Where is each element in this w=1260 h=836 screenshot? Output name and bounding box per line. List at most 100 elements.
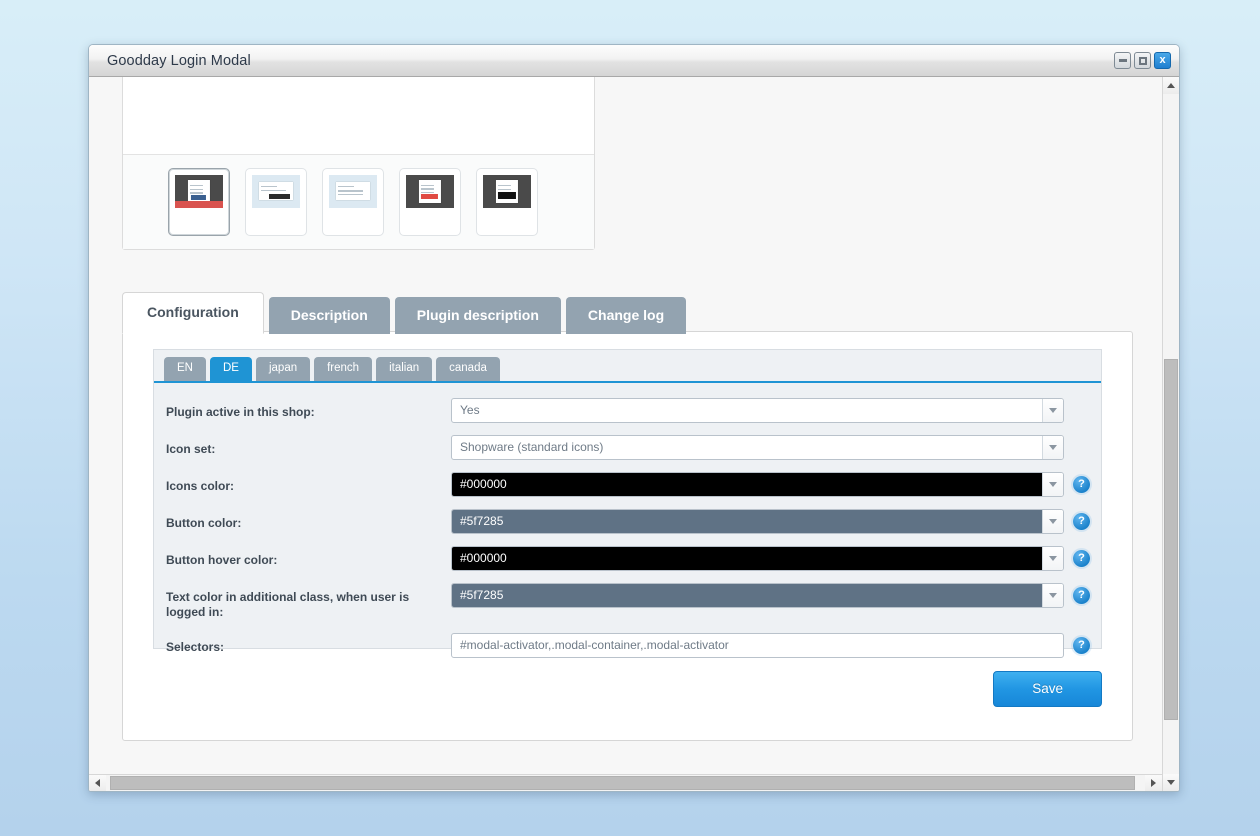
label-icon-set: Icon set: [166,441,216,456]
select-plugin-active-value: Yes [460,403,480,417]
help-spacer [1073,402,1090,419]
thumbnail-strip [123,154,594,249]
close-button[interactable]: x [1154,52,1171,69]
language-tab-french[interactable]: french [314,357,373,381]
window-titlebar: Goodday Login Modal x [89,45,1179,77]
select-button-color[interactable]: #5f7285 [451,508,1064,534]
field-row-button-hover-color: Button hover color: #000000 ? [154,545,1101,571]
select-icon-set[interactable]: Shopware (standard icons) [451,434,1064,460]
thumbnail-3[interactable] [322,168,384,236]
thumbnail-1-image [175,175,223,208]
vertical-scroll-thumb[interactable] [1164,359,1178,720]
help-icon[interactable]: ? [1073,475,1090,493]
thumbnail-3-image [329,175,377,208]
help-icon[interactable]: ? [1073,512,1090,530]
scroll-up-button[interactable] [1163,77,1179,94]
scroll-down-button[interactable] [1163,774,1179,791]
minimize-icon [1118,59,1127,62]
tab-change-log-label: Change log [587,307,665,323]
thumbnail-5[interactable] [476,168,538,236]
chevron-down-icon[interactable] [1042,472,1063,496]
viewport-wrapper: Modal window with user login, registrati… [89,77,1162,791]
minimize-button[interactable] [1114,52,1131,69]
window-controls: x [1114,52,1175,69]
language-tab-de-label: DE [222,362,239,374]
thumbnail-5-image [483,175,531,208]
select-icons-color[interactable]: #000000 [451,471,1064,497]
select-plugin-active[interactable]: Yes [451,397,1064,423]
chevron-down-icon[interactable] [1042,398,1063,422]
language-tab-japan[interactable]: japan [255,357,311,381]
horizontal-scrollbar[interactable] [89,774,1162,791]
tab-configuration-label: Configuration [147,304,239,320]
page-content: Modal window with user login, registrati… [89,77,1162,774]
configuration-inner-box: EN DE japan french italian canada Plugin… [153,349,1102,658]
help-icon[interactable]: ? [1073,549,1090,567]
help-icon[interactable]: ? [1073,586,1090,604]
help-spacer [1073,439,1090,456]
tab-configuration[interactable]: Configuration [122,292,264,334]
language-tab-canada[interactable]: canada [436,357,500,381]
scroll-left-button[interactable] [89,775,106,791]
select-button-hover-color[interactable]: #000000 [451,545,1064,571]
maximize-icon [1138,56,1147,65]
chevron-down-icon[interactable] [1042,583,1063,607]
chevron-down-icon[interactable] [1042,546,1063,570]
thumbnail-2[interactable] [245,168,307,236]
selectors-input[interactable]: #modal-activator,.modal-container,.modal… [451,632,1064,658]
tab-description-label: Description [290,307,368,323]
language-tab-canada-label: canada [449,362,487,374]
tab-description[interactable]: Description [268,297,390,334]
thumbnail-4[interactable] [399,168,461,236]
tab-plugin-description[interactable]: Plugin description [394,297,561,334]
language-tab-italian[interactable]: italian [376,357,433,381]
label-button-color: Button color: [166,515,242,530]
select-icon-set-value: Shopware (standard icons) [460,440,604,454]
main-tab-bar: Configuration Description Plugin descrip… [122,292,687,334]
field-row-logged-in-text-color: Text color in additional class, when use… [154,582,1101,620]
language-tab-japan-label: japan [268,362,298,374]
thumb-modal-shape [495,180,519,203]
close-icon: x [1159,54,1166,66]
thumb-modal-shape [418,180,442,203]
chevron-down-icon[interactable] [1042,435,1063,459]
configuration-form: Plugin active in this shop: Yes Icon set… [154,383,1101,658]
field-row-icons-color: Icons color: #000000 ? [154,471,1101,497]
select-logged-in-text-color-value: #5f7285 [452,583,1042,607]
language-tab-italian-label: italian [389,362,420,374]
vertical-scroll-track[interactable] [1163,94,1179,774]
thumb-modal-shape [187,180,211,203]
language-tab-de[interactable]: DE [209,357,252,381]
select-button-hover-color-value: #000000 [452,546,1042,570]
language-tab-en[interactable]: EN [164,357,206,381]
select-logged-in-text-color[interactable]: #5f7285 [451,582,1064,608]
field-row-selectors: Selectors: #modal-activator,.modal-conta… [154,632,1101,658]
horizontal-scroll-thumb[interactable] [110,776,1135,790]
thumbnail-1[interactable] [168,168,230,236]
field-row-button-color: Button color: #5f7285 ? [154,508,1101,534]
label-logged-in-text-color: Text color in additional class, when use… [166,589,410,619]
window-title: Goodday Login Modal [107,52,251,69]
save-button[interactable]: Save [993,671,1102,707]
preview-card: Modal window with user login, registrati… [122,77,595,250]
page-viewport: Modal window with user login, registrati… [89,77,1162,774]
tab-change-log[interactable]: Change log [565,297,687,334]
thumbnail-2-image [252,175,300,208]
select-button-color-value: #5f7285 [452,509,1042,533]
application-window: Goodday Login Modal x Moda [88,44,1180,792]
label-icons-color: Icons color: [166,478,235,493]
language-tab-en-label: EN [177,362,193,374]
thumb-modal-shape [335,182,371,201]
help-icon[interactable]: ? [1073,636,1090,654]
label-selectors: Selectors: [166,639,225,654]
label-button-hover-color: Button hover color: [166,552,278,567]
scroll-right-button[interactable] [1145,775,1162,791]
vertical-scrollbar[interactable] [1162,77,1179,791]
chevron-down-icon[interactable] [1042,509,1063,533]
window-body: Modal window with user login, registrati… [89,77,1179,791]
maximize-button[interactable] [1134,52,1151,69]
preview-main-image: Modal window with user login, registrati… [123,77,594,154]
horizontal-scroll-track[interactable] [106,775,1145,791]
label-plugin-active: Plugin active in this shop: [166,404,315,419]
tab-plugin-description-label: Plugin description [416,307,539,323]
